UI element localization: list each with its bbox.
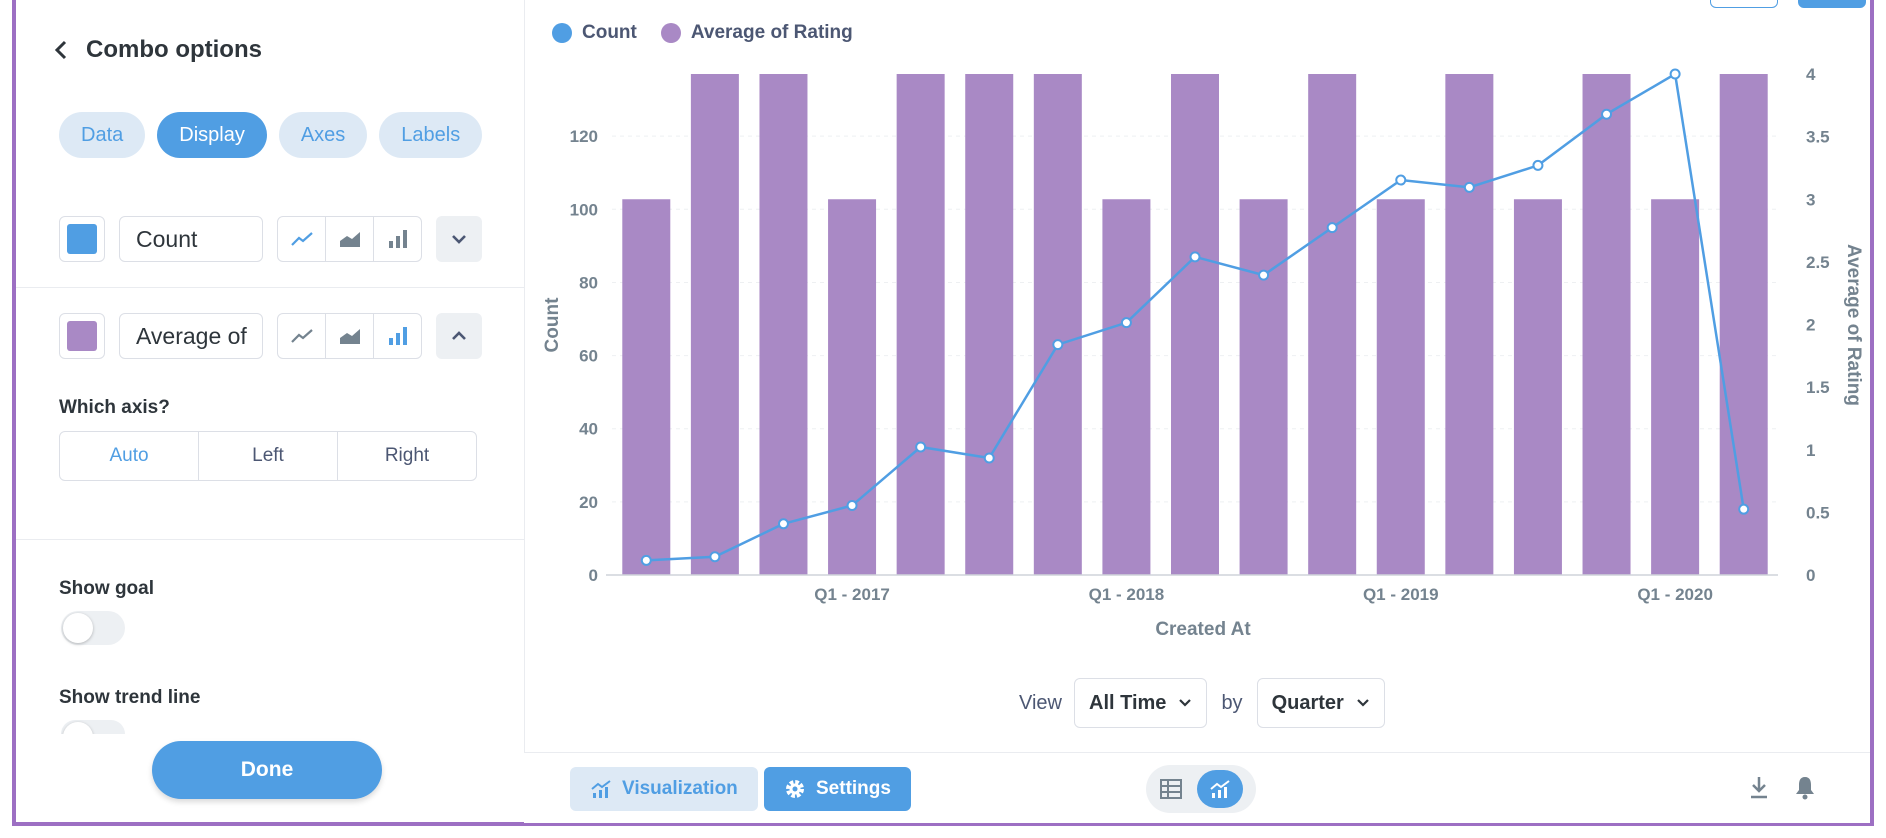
y-right-tick-label: 3.5	[1806, 128, 1830, 147]
done-button[interactable]: Done	[152, 741, 382, 799]
chart-point	[1532, 159, 1544, 171]
y-tick-label: 40	[579, 420, 598, 439]
time-unit-value: Quarter	[1271, 691, 1344, 714]
by-label: by	[1221, 691, 1243, 714]
chart-bar	[1582, 74, 1631, 575]
chart-point	[709, 551, 721, 563]
chart-point	[915, 441, 927, 453]
view-switcher	[1146, 765, 1256, 813]
x-tick-label: Q1 - 2019	[1363, 585, 1439, 604]
chart-point	[1601, 108, 1613, 120]
y-tick-label: 60	[579, 347, 598, 366]
chart-bar	[622, 199, 671, 575]
chart-bar	[1239, 199, 1288, 575]
chart-point	[1189, 251, 1201, 263]
y-right-tick-label: 1	[1806, 441, 1815, 460]
chart-point	[1395, 174, 1407, 186]
gear-icon	[786, 780, 804, 798]
chart-point	[1120, 317, 1132, 329]
chart-icon	[591, 780, 611, 798]
query-footer: Visualization Settings	[524, 752, 1870, 823]
time-range-select[interactable]: All Time	[1074, 678, 1208, 728]
chart-bar	[1308, 74, 1357, 575]
chart-point	[1326, 222, 1338, 234]
chart-point	[846, 500, 858, 512]
y-axis-title: Count	[542, 297, 563, 353]
chart-point	[640, 554, 652, 566]
y-right-tick-label: 2.5	[1806, 253, 1830, 272]
chart-view-toggle[interactable]	[1197, 770, 1243, 808]
y-right-tick-label: 0	[1806, 566, 1815, 585]
y-tick-label: 20	[579, 493, 598, 512]
y-tick-label: 100	[570, 200, 598, 219]
visualization-button[interactable]: Visualization	[570, 767, 758, 811]
y-tick-label: 80	[579, 273, 598, 292]
chart-point	[1669, 68, 1681, 80]
settings-button[interactable]: Settings	[764, 767, 911, 811]
y-right-tick-label: 0.5	[1806, 503, 1830, 522]
view-label: View	[1019, 691, 1062, 714]
y-right-tick-label: 2	[1806, 316, 1815, 335]
chart-point	[983, 452, 995, 464]
chart-bar	[1102, 199, 1151, 575]
x-tick-label: Q1 - 2020	[1637, 585, 1713, 604]
chart-point	[777, 518, 789, 530]
y-tick-label: 0	[589, 566, 598, 585]
chart-bar	[1513, 199, 1562, 575]
y-right-axis-title: Average of Rating	[1843, 244, 1864, 406]
chart-bar	[1171, 74, 1219, 575]
chart-point	[1258, 269, 1270, 281]
y-right-tick-label: 3	[1806, 190, 1815, 209]
chart-bar	[1719, 74, 1768, 575]
chart-point	[1463, 181, 1475, 193]
chart-bar	[690, 74, 739, 575]
chart-bar	[759, 74, 808, 575]
chart-icon	[1210, 780, 1230, 798]
x-axis-title: Created At	[1155, 619, 1251, 640]
chart-bar	[828, 199, 877, 575]
x-tick-label: Q1 - 2018	[1089, 585, 1165, 604]
chart-bar	[1651, 199, 1700, 575]
chart-bar	[965, 74, 1014, 575]
show-trend-toggle[interactable]	[61, 720, 125, 734]
chart-bar	[1033, 74, 1082, 575]
combo-chart: 0 20 40 60 80 100 120 0 0.5 1 1.5 2 2.5 3 3.5 4 Q1 - 201…	[542, 65, 1864, 640]
time-range-value: All Time	[1089, 691, 1167, 714]
time-unit-select[interactable]: Quarter	[1256, 678, 1385, 728]
y-right-tick-label: 4	[1806, 65, 1816, 84]
x-tick-label: Q1 - 2017	[814, 585, 890, 604]
chevron-down-icon	[1357, 699, 1369, 707]
download-icon[interactable]	[1748, 775, 1770, 801]
chart-point	[1738, 503, 1750, 515]
settings-label: Settings	[816, 778, 891, 799]
chart-bar	[1445, 74, 1494, 575]
chart-bar	[896, 74, 945, 575]
y-right-tick-label: 1.5	[1806, 378, 1830, 397]
chart-point	[1052, 339, 1064, 351]
table-icon[interactable]	[1159, 778, 1183, 800]
chart-bar	[1376, 199, 1425, 575]
chevron-down-icon	[1179, 699, 1192, 707]
visualization-label: Visualization	[622, 778, 738, 799]
view-controls: View All Time by Quarter	[1019, 678, 1385, 728]
y-tick-label: 120	[570, 127, 598, 146]
bell-icon[interactable]	[1794, 775, 1816, 801]
